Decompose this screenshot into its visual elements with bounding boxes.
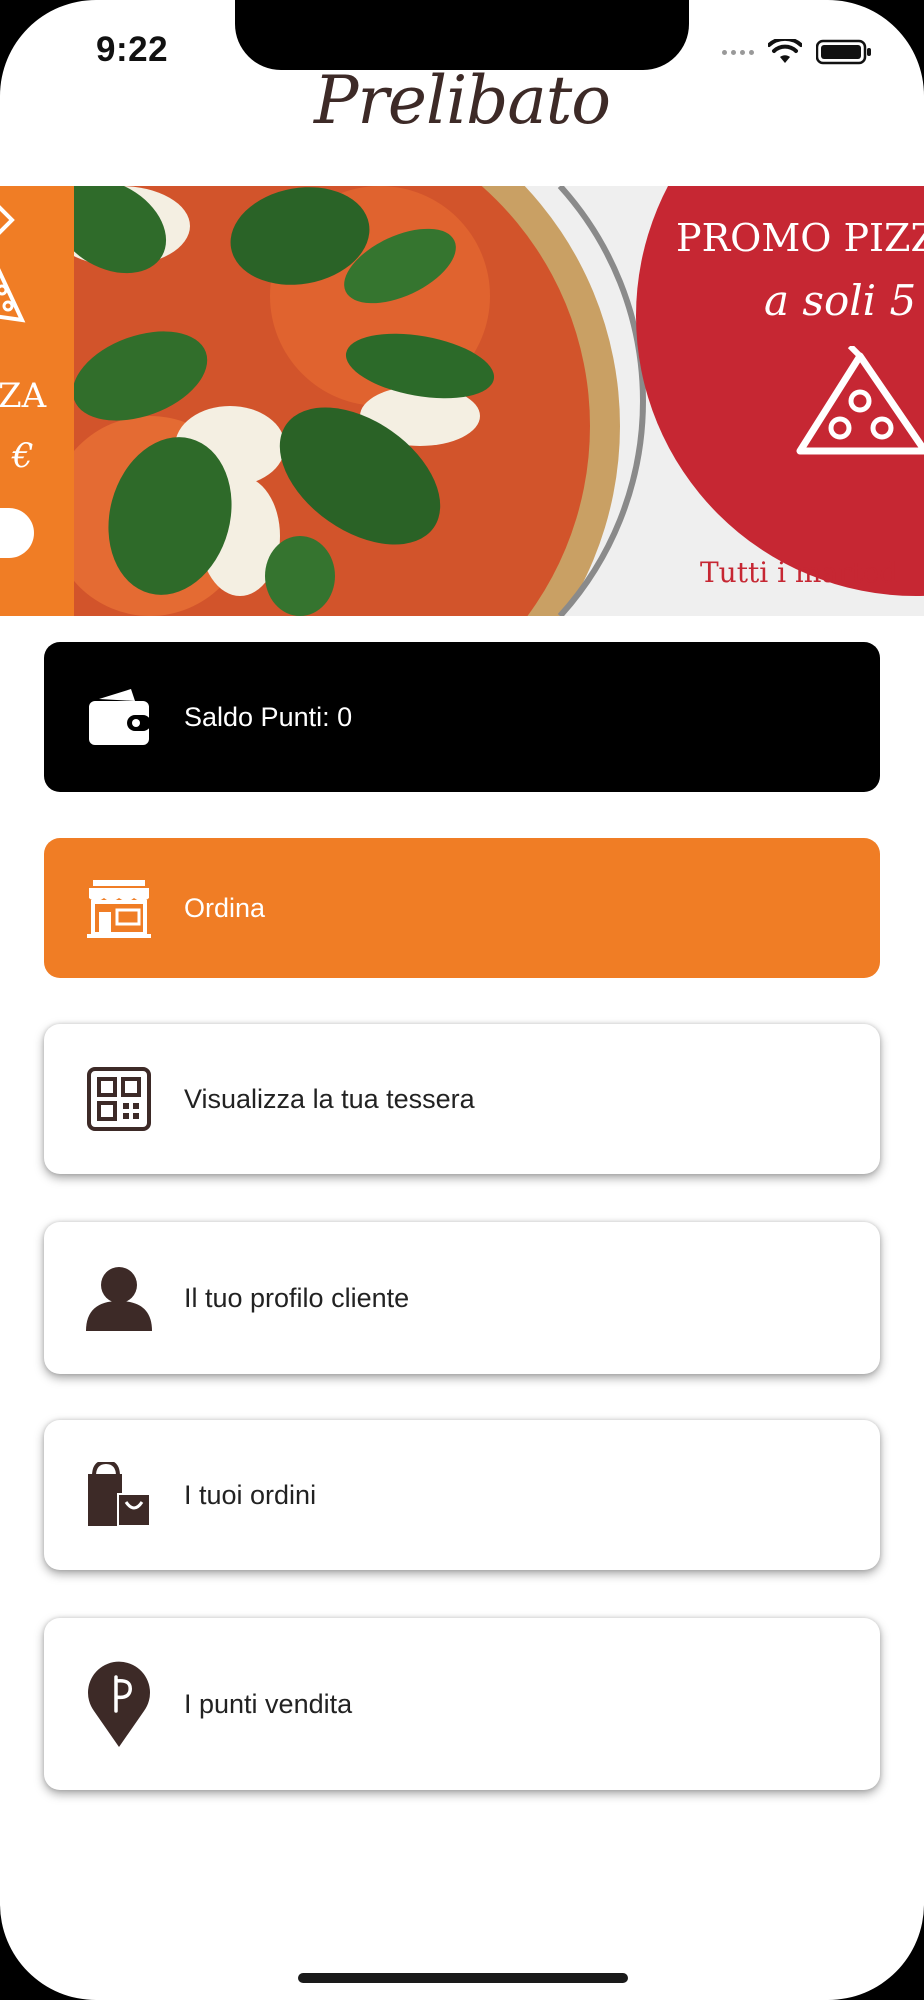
my-orders-button[interactable]: I tuoi ordini [44, 1420, 880, 1570]
points-balance-button[interactable]: Saldo Punti: 0 [44, 642, 880, 792]
banner-left-text-1: ZA [0, 376, 47, 416]
points-balance-label: Saldo Punti: 0 [184, 701, 353, 732]
user-icon [84, 1263, 154, 1333]
promo-banner[interactable]: ZA € PROMO PIZZ a soli 5 Tutti i marted [0, 186, 924, 616]
banner-left-panel: ZA € [0, 186, 74, 616]
banner-left-text-2: € [12, 436, 34, 476]
promo-price: a soli 5 [764, 276, 917, 325]
view-card-button[interactable]: Visualizza la tua tessera [44, 1024, 880, 1174]
order-label: Ordina [184, 892, 266, 923]
stores-button[interactable]: I punti vendita [44, 1618, 880, 1790]
store-icon [84, 873, 154, 943]
view-card-label: Visualizza la tua tessera [184, 1083, 475, 1114]
promo-days: Tutti i marted [700, 556, 898, 589]
order-button[interactable]: Ordina [44, 838, 880, 978]
banner-left-pill [0, 508, 34, 558]
location-pin-icon [84, 1659, 154, 1749]
device-notch [235, 0, 689, 70]
wallet-icon [84, 682, 154, 752]
customer-profile-button[interactable]: Il tuo profilo cliente [44, 1222, 880, 1374]
signal-icon [722, 49, 754, 55]
home-indicator[interactable] [298, 1973, 628, 1983]
pizza-slice-icon [796, 346, 924, 455]
qr-code-icon [84, 1064, 154, 1134]
customer-profile-label: Il tuo profilo cliente [184, 1282, 410, 1313]
stores-label: I punti vendita [184, 1688, 353, 1719]
app-logo: Prelibato [313, 62, 611, 139]
shopping-bag-icon [84, 1460, 154, 1530]
pizza-slice-icon [0, 205, 26, 323]
promo-title: PROMO PIZZ [676, 216, 924, 260]
phone-screen: 9:22 Prelibato ZA € PROMO PIZZ a soli 5 … [0, 0, 924, 2000]
my-orders-label: I tuoi ordini [184, 1479, 317, 1510]
